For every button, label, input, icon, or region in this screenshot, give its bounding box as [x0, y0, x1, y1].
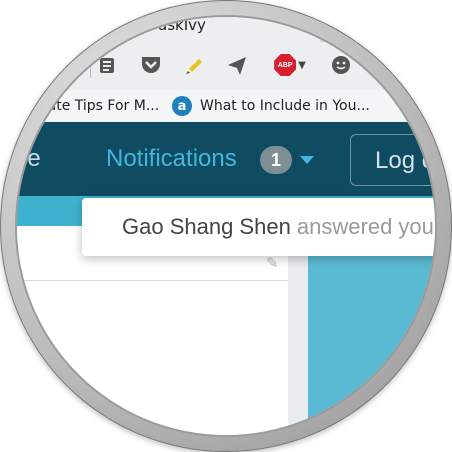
notification-user-name: Gao Shang Shen: [122, 214, 291, 239]
caret-down-icon[interactable]: [300, 156, 314, 164]
main-content-panel: [17, 226, 288, 435]
chevron-down-icon: ▼: [298, 59, 306, 71]
edit-icon[interactable]: ✎: [266, 254, 279, 272]
emoji-icon[interactable]: [328, 52, 354, 78]
pocket-icon[interactable]: [138, 52, 164, 78]
bookmark-item[interactable]: mate Tips For M...: [34, 98, 159, 114]
nav-profile-link[interactable]: file: [17, 145, 41, 173]
highlighter-icon[interactable]: [182, 52, 208, 78]
logout-button-label: Log o: [375, 147, 435, 174]
notifications-dropdown: Gao Shang Shen answered you: [82, 198, 435, 256]
notification-action-text: answered you: [290, 214, 434, 239]
zoomed-screen: askIvy × ABP ▼ mate Tips For M... a What…: [17, 17, 435, 435]
browser-tab[interactable]: askIvy ×: [120, 17, 320, 42]
tab-close-icon[interactable]: ×: [290, 17, 303, 33]
magnifier-lens: askIvy × ABP ▼ mate Tips For M... a What…: [17, 17, 435, 435]
browser-toolbar: ABP ▼: [17, 42, 435, 91]
site-navbar: file Notifications 1 Log o: [17, 122, 435, 196]
logout-button[interactable]: Log o: [350, 134, 435, 186]
bookmark-item[interactable]: What to Include in You...: [200, 98, 370, 114]
toolbar-separator: [90, 54, 91, 78]
abp-badge: ABP: [274, 54, 297, 76]
nav-notifications-link[interactable]: Notifications: [106, 145, 237, 173]
send-icon[interactable]: [224, 52, 250, 78]
clipboard-icon[interactable]: [94, 52, 120, 78]
notification-item[interactable]: Gao Shang Shen answered you: [122, 214, 434, 240]
divider: [17, 280, 288, 281]
tab-title: askIvy: [158, 17, 206, 34]
browser-tab-strip: askIvy ×: [17, 17, 435, 42]
side-panel: [308, 226, 435, 435]
bookmarks-bar: mate Tips For M... a What to Include in …: [17, 90, 435, 123]
adblock-plus-icon[interactable]: ABP ▼: [270, 52, 310, 78]
notification-count-badge: 1: [260, 146, 292, 174]
content-gutter: [288, 226, 308, 435]
bookmark-favicon-icon: a: [172, 96, 192, 116]
